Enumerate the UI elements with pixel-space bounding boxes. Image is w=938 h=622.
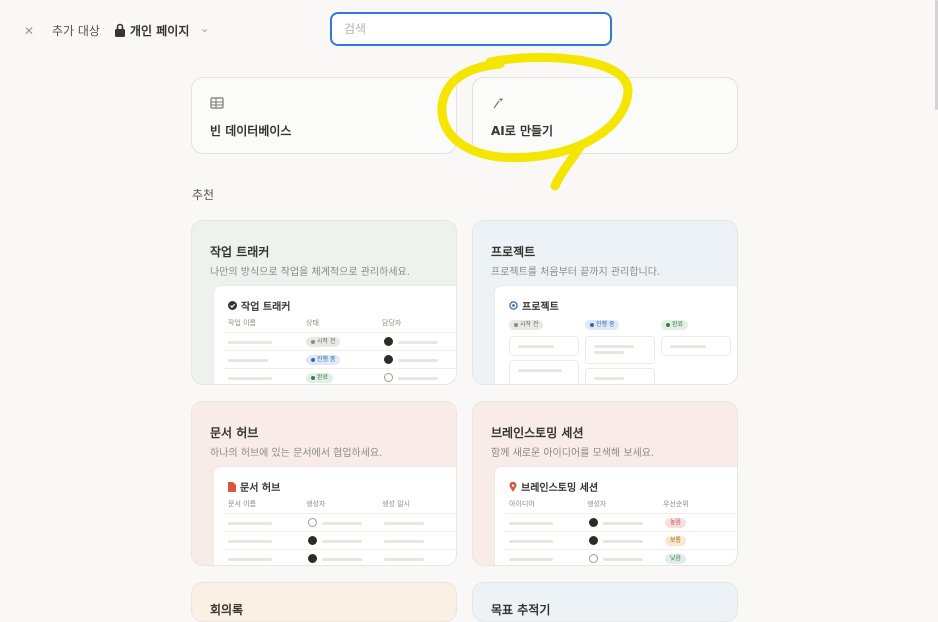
status-badge: 시작 전 [509, 320, 544, 330]
table-row [224, 549, 456, 565]
template-preview: 작업 트래커 작업 이름 상태 담당자 시작 전 진행 중 완료 [213, 285, 456, 384]
search-input[interactable] [330, 12, 612, 46]
board-card [509, 360, 579, 384]
table-row: 시작 전 [224, 332, 456, 350]
preview-title-text: 작업 트래커 [241, 302, 291, 313]
column-header: 아이디어 [509, 500, 535, 508]
annotation-circle [437, 52, 633, 191]
status-badge: 완료 [306, 373, 334, 383]
preview-title-text: 프로젝트 [522, 302, 559, 313]
template-description: 프로젝트를 처음부터 끝까지 관리합니다. [491, 267, 661, 278]
blank-database-label: 빈 데이터베이스 [210, 124, 292, 138]
column-header: 우선순위 [663, 500, 689, 508]
table-icon [210, 97, 224, 109]
column-header: 문서 이름 [228, 500, 256, 508]
preview-title: 작업 트래커 [228, 298, 290, 313]
table-row: 진행 중 [224, 350, 456, 368]
target-icon [509, 301, 518, 310]
column-header: 생성자 [587, 500, 607, 508]
board-card [509, 336, 579, 356]
table-row: 높음 [505, 513, 737, 531]
template-description: 함께 새로운 아이디어를 모색해 보세요. [491, 448, 655, 459]
priority-badge: 높음 [665, 518, 687, 528]
column-header: 생성자 [306, 500, 326, 508]
priority-badge: 낮음 [665, 554, 687, 564]
template-title: 작업 트래커 [210, 245, 270, 259]
preview-title-text: 문서 허브 [240, 483, 281, 494]
template-preview: 브레인스토밍 세션 아이디어 생성자 우선순위 높음 보통 낮음 [494, 466, 737, 565]
avatar [384, 373, 393, 382]
table-row: 낮음 [505, 549, 737, 565]
table-row [224, 531, 456, 549]
preview-title-text: 브레인스토밍 세션 [521, 483, 599, 494]
status-badge: 시작 전 [306, 337, 341, 347]
board-card [585, 368, 655, 384]
column-header: 생성 일시 [382, 500, 410, 508]
template-preview: 문서 허브 문서 이름 생성자 생성 일시 [213, 466, 456, 565]
section-title-recommended: 추천 [192, 188, 215, 202]
table-row: 보통 [505, 531, 737, 549]
lock-icon [115, 23, 125, 37]
column-header: 담당자 [382, 319, 402, 327]
preview-title: 문서 허브 [228, 479, 280, 494]
avatar [384, 355, 393, 364]
target-page-selector[interactable]: 개인 페이지 [130, 22, 189, 39]
status-badge: 진행 중 [585, 320, 620, 330]
board-card [661, 336, 731, 356]
column-header: 상태 [306, 319, 319, 327]
blank-database-card[interactable]: 빈 데이터베이스 [191, 77, 457, 154]
template-title: 프로젝트 [491, 245, 536, 259]
template-card-meeting-notes[interactable]: 회의록 [191, 582, 457, 622]
template-description: 하나의 허브에 있는 문서에서 협업하세요. [210, 448, 383, 459]
close-icon[interactable]: ✕ [22, 24, 36, 38]
column-header: 작업 이름 [228, 319, 256, 327]
template-title: 문서 허브 [210, 426, 259, 440]
board-card [585, 336, 655, 364]
avatar [589, 536, 598, 545]
priority-badge: 보통 [665, 536, 687, 546]
status-badge: 진행 중 [306, 355, 341, 365]
preview-title: 프로젝트 [509, 298, 559, 313]
avatar [308, 554, 317, 563]
preview-title: 브레인스토밍 세션 [509, 479, 598, 494]
template-card-goal-tracker[interactable]: 목표 추적기 [472, 582, 738, 622]
template-description: 나만의 방식으로 작업을 체계적으로 관리하세요. [210, 267, 410, 278]
template-card-project[interactable]: 프로젝트 프로젝트를 처음부터 끝까지 관리합니다. 프로젝트 시작 전 진행 … [472, 220, 738, 385]
template-card-brainstorm[interactable]: 브레인스토밍 세션 함께 새로운 아이디어를 모색해 보세요. 브레인스토밍 세… [472, 401, 738, 566]
avatar [308, 518, 317, 527]
document-icon [228, 481, 236, 492]
status-badge: 완료 [661, 320, 689, 330]
scrollbar[interactable] [934, 0, 938, 610]
template-card-doc-hub[interactable]: 문서 허브 하나의 허브에 있는 문서에서 협업하세요. 문서 허브 문서 이름… [191, 401, 457, 566]
avatar [589, 554, 598, 563]
table-row [224, 513, 456, 531]
avatar [308, 536, 317, 545]
avatar [384, 337, 393, 346]
template-card-task-tracker[interactable]: 작업 트래커 나만의 방식으로 작업을 체계적으로 관리하세요. 작업 트래커 … [191, 220, 457, 385]
template-title: 브레인스토밍 세션 [491, 426, 584, 440]
avatar [589, 518, 598, 527]
check-circle-icon [228, 301, 237, 310]
table-row: 완료 [224, 368, 456, 384]
template-preview: 프로젝트 시작 전 진행 중 완료 [494, 285, 737, 384]
pin-icon [509, 481, 517, 492]
chevron-down-icon[interactable]: ⌄ [200, 22, 209, 35]
add-to-label: 추가 대상 [52, 24, 100, 38]
